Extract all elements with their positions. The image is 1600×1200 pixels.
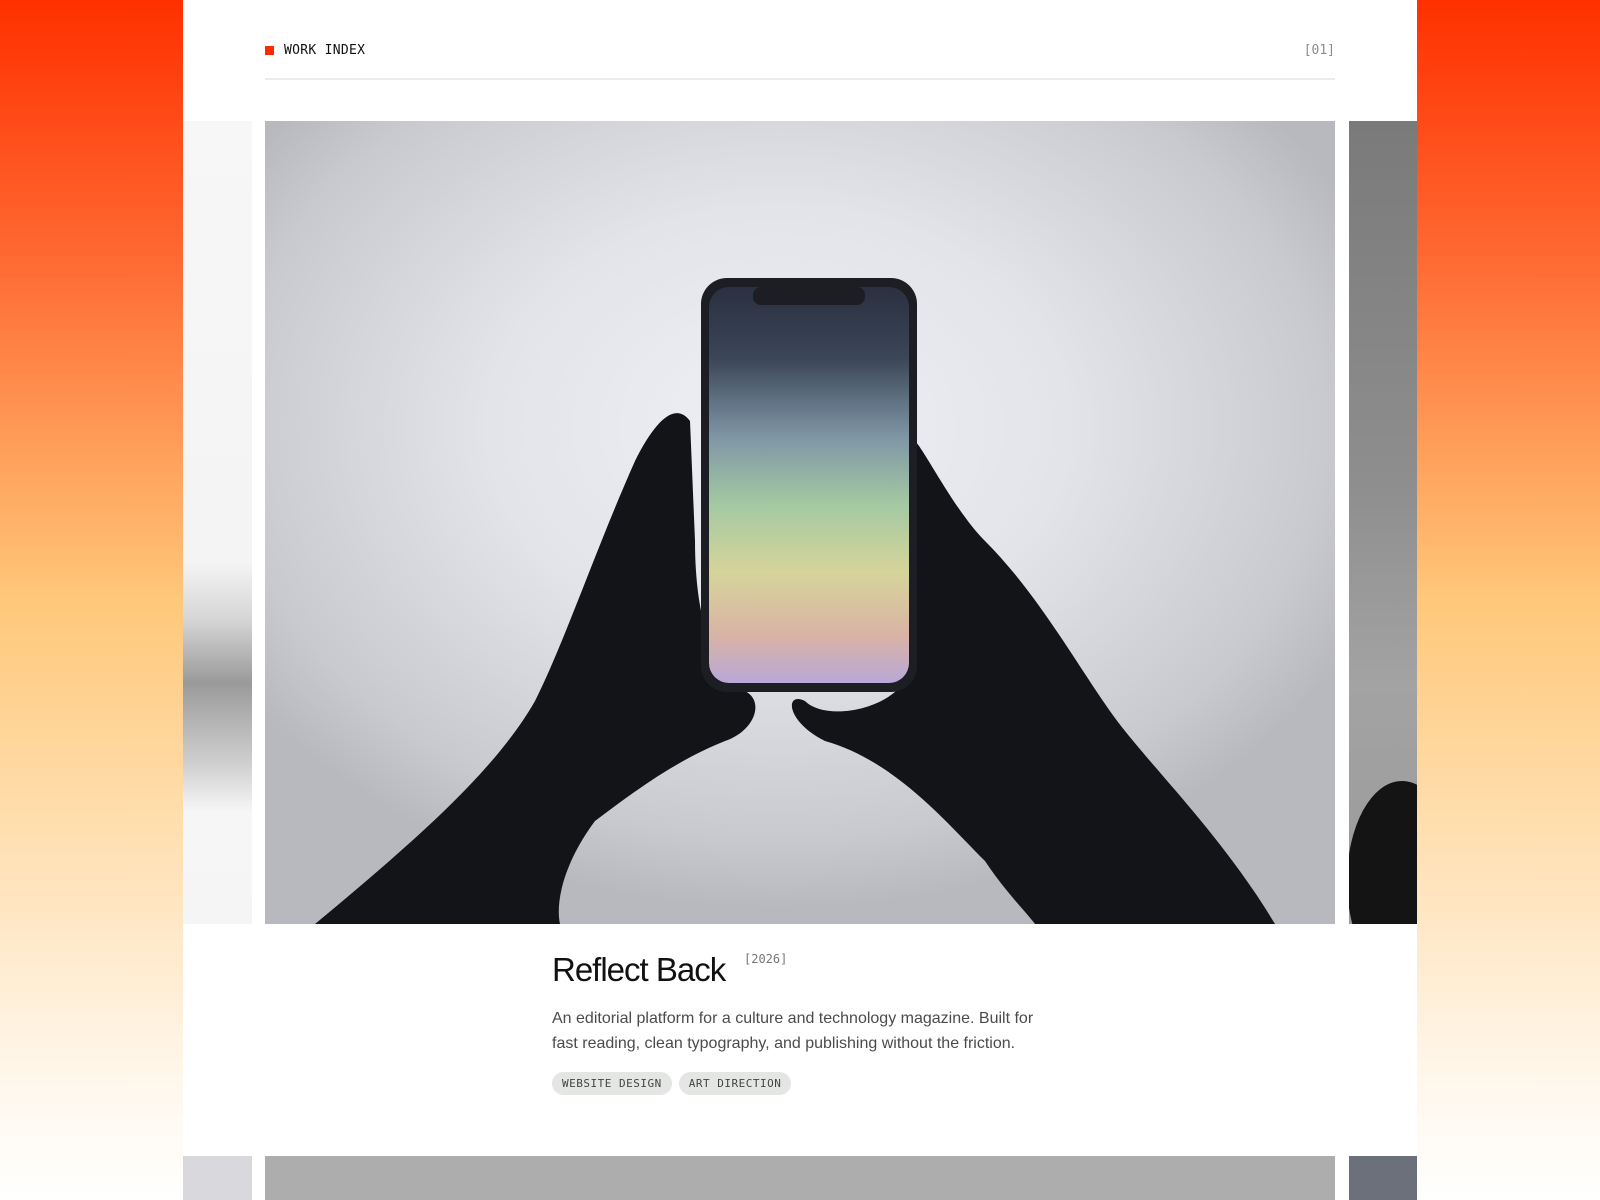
hands-holding-phone-illustration [315,278,1275,924]
project-title[interactable]: Reflect Back [552,950,726,990]
page-header: WORK INDEX [01] [265,0,1335,80]
tag-art-direction[interactable]: ART DIRECTION [678,1072,792,1095]
next-slide-preview[interactable] [1349,121,1417,924]
phone-notch [753,287,865,305]
phone-screen [709,287,909,683]
tag-list: WEBSITE DESIGN ART DIRECTION [552,1072,1072,1095]
slide-counter: [01] [1303,43,1335,58]
project-info: Reflect Back [2026] An editorial platfor… [552,950,1072,1095]
tag-website-design[interactable]: WEBSITE DESIGN [552,1072,672,1095]
project-description: An editorial platform for a culture and … [552,1010,1034,1052]
next-row-preview-left[interactable] [183,1156,252,1200]
next-row-preview-right[interactable] [1349,1156,1417,1200]
red-square-icon [265,46,274,55]
project-year: [2026] [744,952,788,966]
left-hand [315,413,756,924]
section-label: WORK INDEX [284,43,366,58]
previous-slide-preview[interactable] [183,121,252,924]
work-index-page: WORK INDEX [01] Reflect Back [2026] An e… [183,0,1417,1200]
project-image[interactable] [265,121,1335,924]
next-project-image[interactable] [265,1156,1335,1200]
